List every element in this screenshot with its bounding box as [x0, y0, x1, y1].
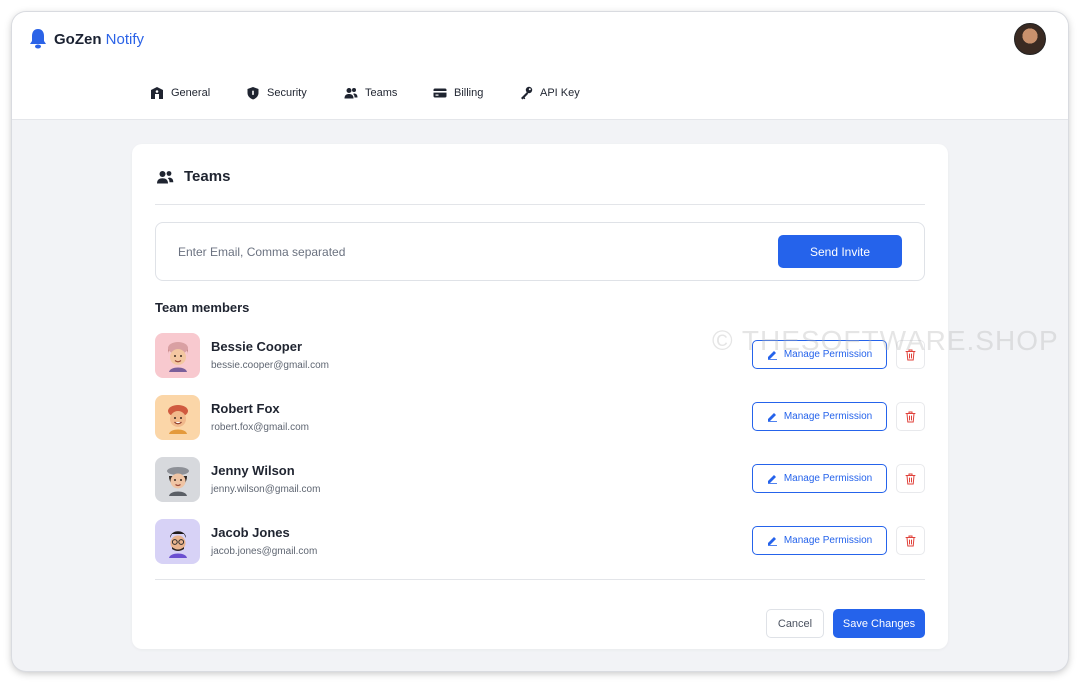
- member-name: Jacob Jones: [211, 525, 290, 540]
- member-email: robert.fox@gmail.com: [211, 422, 309, 433]
- brand-logo[interactable]: GoZen Notify: [28, 28, 144, 50]
- cancel-button[interactable]: Cancel: [766, 609, 824, 638]
- delete-member-button[interactable]: [896, 464, 925, 493]
- users-icon: [344, 88, 358, 99]
- user-avatar[interactable]: [1014, 23, 1046, 55]
- top-bar: GoZen Notify: [12, 12, 1068, 68]
- send-invite-button[interactable]: Send Invite: [778, 235, 902, 268]
- tab-teams[interactable]: Teams: [344, 86, 397, 100]
- invite-email-input[interactable]: [168, 237, 748, 267]
- app-window: GoZen Notify General Security Teams Bill…: [12, 12, 1068, 671]
- teams-card: Teams Send Invite Team members Bessie Co…: [132, 144, 948, 649]
- member-email: jacob.jones@gmail.com: [211, 546, 318, 557]
- list-item: Jenny Wilson jenny.wilson@gmail.com Mana…: [155, 457, 925, 503]
- tab-api-key-label: API Key: [540, 87, 580, 99]
- delete-member-button[interactable]: [896, 526, 925, 555]
- member-email: bessie.cooper@gmail.com: [211, 360, 329, 371]
- tab-general-label: General: [171, 87, 211, 99]
- watermark: © THESOFTWARE.SHOP: [712, 325, 1059, 356]
- save-changes-button[interactable]: Save Changes: [833, 609, 925, 638]
- manage-permission-label: Manage Permission: [783, 535, 873, 546]
- bell-icon: [30, 29, 46, 49]
- trash-icon: [905, 411, 916, 422]
- manage-permission-button[interactable]: Manage Permission: [752, 464, 887, 493]
- settings-tabs: General Security Teams Billing API Key: [12, 68, 1068, 120]
- member-email: jenny.wilson@gmail.com: [211, 484, 321, 495]
- memoji-avatar-icon: [167, 341, 188, 372]
- invite-box: Send Invite: [155, 222, 925, 281]
- card-icon: [433, 88, 447, 98]
- avatar: [155, 395, 200, 440]
- tab-billing-label: Billing: [454, 87, 484, 99]
- manage-permission-button[interactable]: Manage Permission: [752, 526, 887, 555]
- building-icon: [151, 87, 163, 99]
- list-item: Robert Fox robert.fox@gmail.com Manage P…: [155, 395, 925, 441]
- list-item: Jacob Jones jacob.jones@gmail.com Manage…: [155, 519, 925, 565]
- edit-icon: [767, 413, 777, 422]
- trash-icon: [905, 473, 916, 484]
- team-members-label: Team members: [155, 300, 250, 315]
- tab-security[interactable]: Security: [246, 86, 307, 100]
- shield-icon: [247, 87, 259, 100]
- avatar: [155, 457, 200, 502]
- edit-icon: [767, 475, 777, 484]
- page-title: Teams: [184, 168, 231, 185]
- manage-permission-label: Manage Permission: [783, 411, 873, 422]
- member-name: Jenny Wilson: [211, 463, 295, 478]
- tab-general[interactable]: General: [150, 86, 210, 100]
- manage-permission-button[interactable]: Manage Permission: [752, 402, 887, 431]
- tab-api-key[interactable]: API Key: [519, 86, 580, 100]
- brand-name: GoZen Notify: [54, 30, 145, 48]
- users-icon: [157, 170, 174, 183]
- key-icon: [521, 86, 533, 100]
- delete-member-button[interactable]: [896, 402, 925, 431]
- tab-security-label: Security: [267, 87, 307, 99]
- member-name: Bessie Cooper: [211, 339, 303, 354]
- tab-teams-label: Teams: [365, 87, 398, 99]
- edit-icon: [767, 537, 777, 546]
- memoji-avatar-icon: [166, 466, 189, 496]
- card-header: Teams: [156, 168, 230, 185]
- memoji-avatar-icon: [167, 404, 188, 434]
- header-divider: [155, 204, 925, 205]
- trash-icon: [905, 535, 916, 546]
- memoji-avatar-icon: [168, 530, 187, 558]
- avatar: [155, 333, 200, 378]
- footer-divider: [155, 579, 925, 580]
- tab-billing[interactable]: Billing: [433, 86, 483, 100]
- member-name: Robert Fox: [211, 401, 280, 416]
- avatar: [155, 519, 200, 564]
- manage-permission-label: Manage Permission: [783, 473, 873, 484]
